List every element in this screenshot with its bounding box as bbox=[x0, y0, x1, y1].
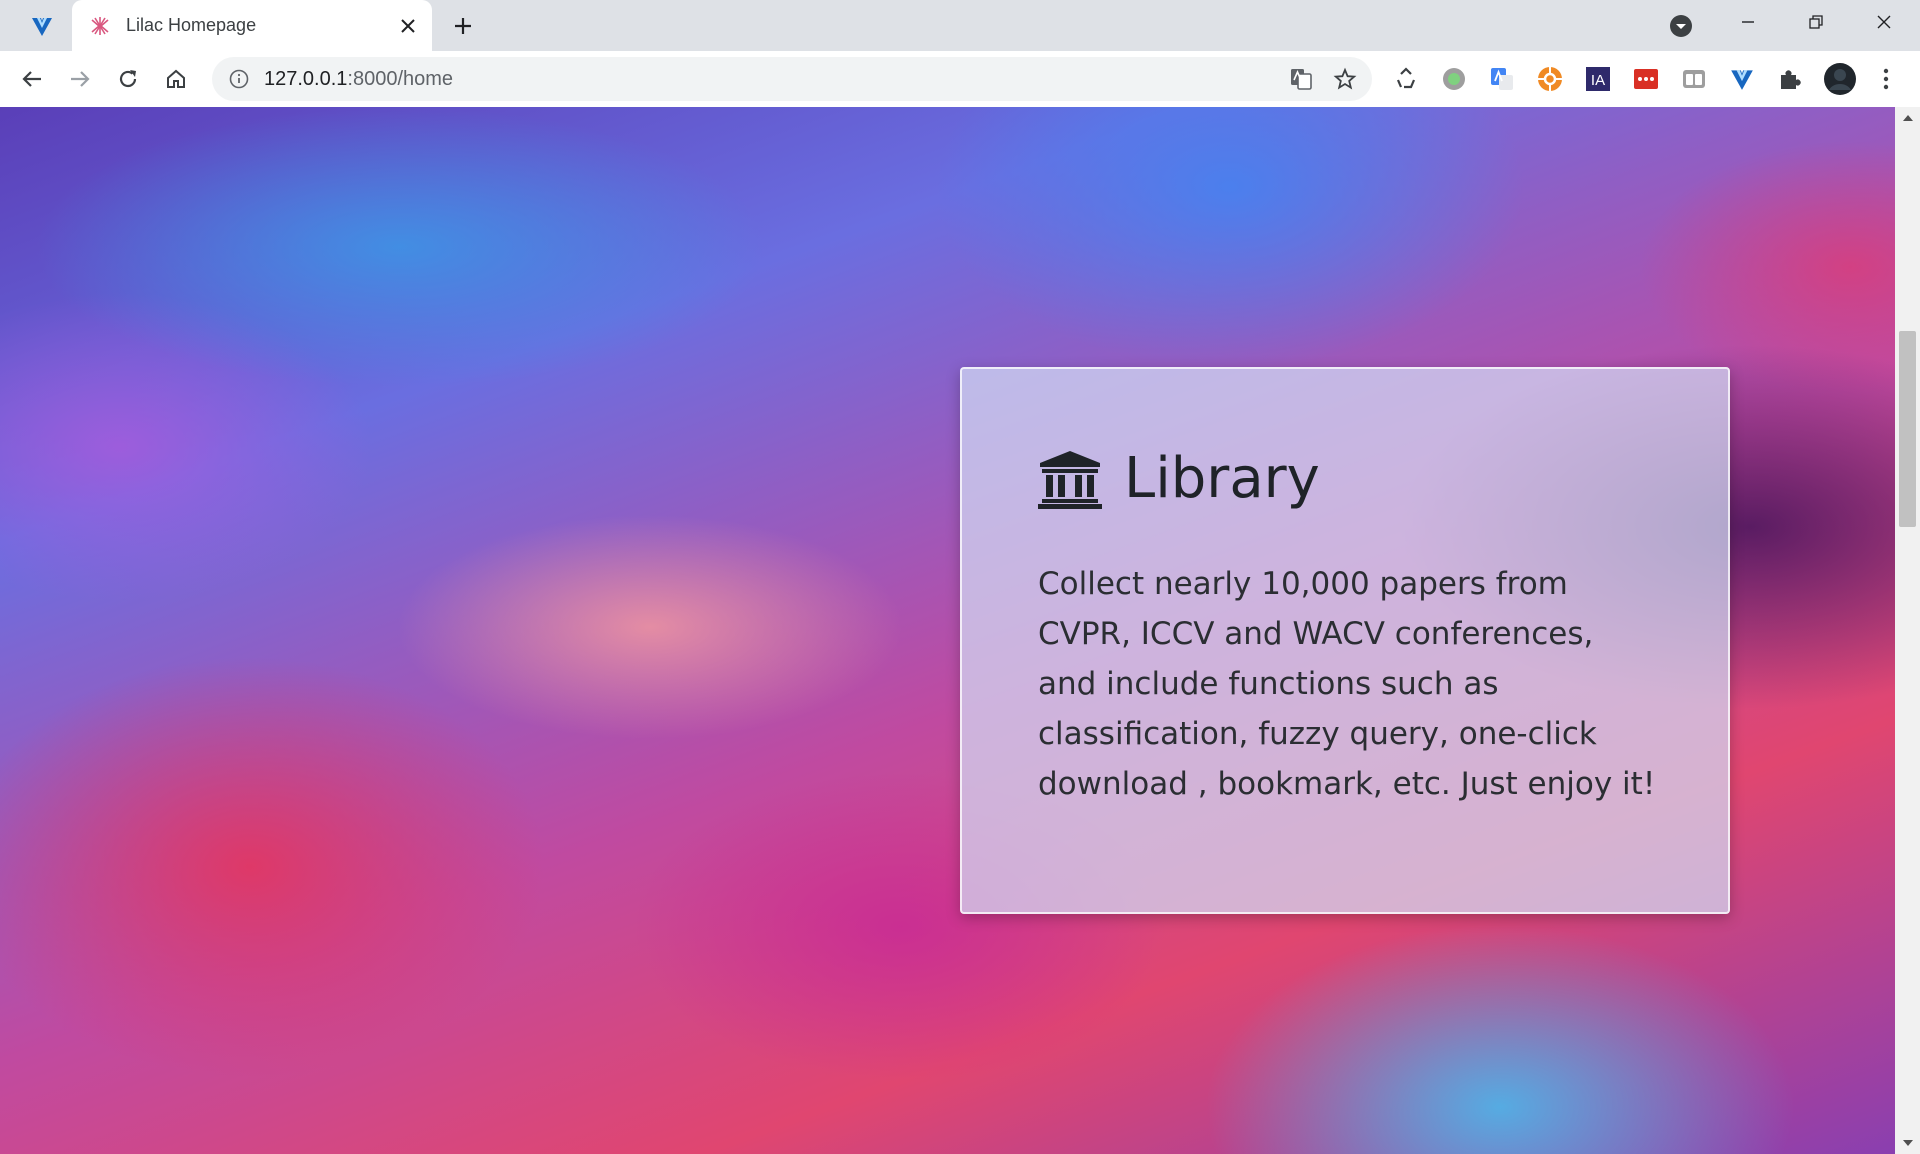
translate-page-icon[interactable] bbox=[1284, 62, 1318, 96]
scroll-up-arrow-icon[interactable] bbox=[1895, 107, 1920, 129]
tabs-icon[interactable] bbox=[1678, 63, 1710, 95]
site-info-icon[interactable] bbox=[224, 64, 254, 94]
minimize-icon bbox=[1742, 21, 1754, 23]
green-dot-icon[interactable] bbox=[1438, 63, 1470, 95]
card-header: Library bbox=[1038, 447, 1658, 511]
restore-button[interactable] bbox=[1782, 0, 1850, 44]
lilac-favicon-icon bbox=[88, 14, 112, 38]
vuetify-icon[interactable] bbox=[1726, 63, 1758, 95]
chevron-down-circle-icon bbox=[1670, 15, 1692, 37]
home-button[interactable] bbox=[156, 59, 196, 99]
back-button[interactable] bbox=[12, 59, 52, 99]
browser-toolbar: 127.0.0.1:8000/home IA bbox=[0, 51, 1920, 107]
address-bar[interactable]: 127.0.0.1:8000/home bbox=[212, 57, 1372, 101]
tab-strip: Lilac Homepage bbox=[0, 0, 1920, 51]
url-text[interactable]: 127.0.0.1:8000/home bbox=[264, 68, 1284, 91]
google-translate-icon[interactable] bbox=[1486, 63, 1518, 95]
bookmark-star-icon[interactable] bbox=[1328, 62, 1362, 96]
library-card[interactable]: Library Collect nearly 10,000 papers fro… bbox=[960, 367, 1730, 914]
plus-icon bbox=[455, 18, 471, 34]
card-description: Collect nearly 10,000 papers from CVPR, … bbox=[1038, 566, 1656, 802]
reload-icon bbox=[119, 70, 137, 88]
close-tab-icon[interactable] bbox=[392, 10, 424, 42]
url-host: 127.0.0.1 bbox=[264, 67, 348, 90]
ia-icon[interactable]: IA bbox=[1582, 63, 1614, 95]
close-window-button[interactable] bbox=[1850, 0, 1918, 44]
new-tab-button[interactable] bbox=[446, 9, 480, 43]
arrow-left-icon bbox=[22, 71, 41, 87]
recycle-icon[interactable] bbox=[1390, 63, 1422, 95]
reload-button[interactable] bbox=[108, 59, 148, 99]
minimize-button[interactable] bbox=[1714, 0, 1782, 44]
scroll-down-arrow-icon[interactable] bbox=[1895, 1132, 1920, 1154]
page-background: Library Collect nearly 10,000 papers fro… bbox=[0, 107, 1895, 1154]
ia-label: IA bbox=[1591, 72, 1605, 89]
vuetify-icon bbox=[32, 17, 52, 36]
restore-icon bbox=[1809, 15, 1823, 29]
forward-button[interactable] bbox=[60, 59, 100, 99]
active-tab[interactable]: Lilac Homepage bbox=[72, 0, 432, 51]
url-path: :8000/home bbox=[347, 67, 454, 90]
tab-title: Lilac Homepage bbox=[126, 15, 257, 35]
pinned-tab-vuetify[interactable] bbox=[12, 0, 72, 51]
orange-circle-icon[interactable] bbox=[1534, 63, 1566, 95]
home-icon bbox=[167, 69, 185, 88]
arrow-right-icon bbox=[71, 71, 90, 87]
tab-search-button[interactable] bbox=[1664, 11, 1698, 41]
library-icon bbox=[1038, 447, 1102, 511]
red-dots-icon[interactable] bbox=[1630, 63, 1662, 95]
profile-avatar[interactable] bbox=[1822, 61, 1858, 97]
page-scrollbar[interactable] bbox=[1895, 107, 1920, 1154]
puzzle-icon[interactable] bbox=[1774, 63, 1806, 95]
close-icon bbox=[1877, 15, 1891, 29]
scroll-thumb[interactable] bbox=[1899, 331, 1916, 527]
card-title: Library bbox=[1124, 446, 1320, 511]
menu-kebab-icon[interactable] bbox=[1870, 63, 1902, 95]
